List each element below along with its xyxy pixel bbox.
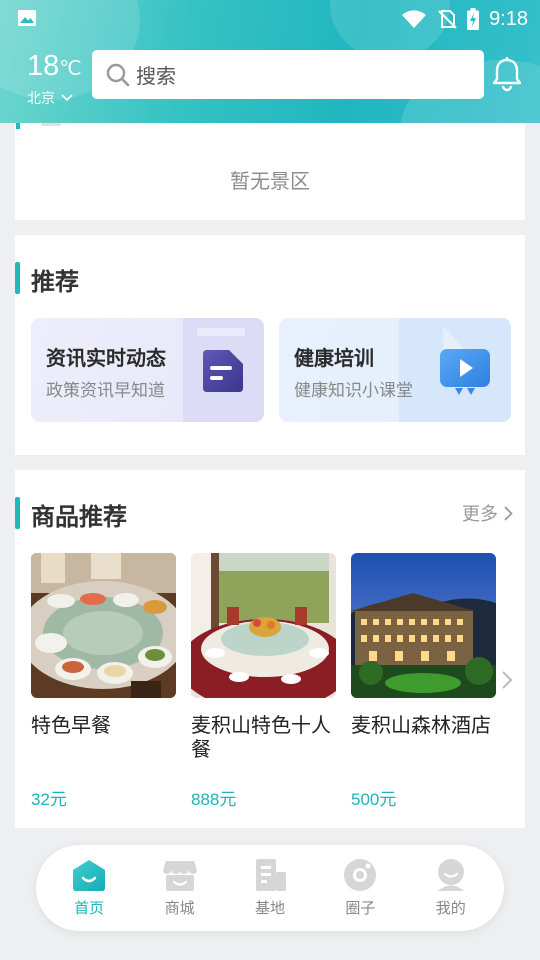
- recommend-item-training[interactable]: 健康培训 健康知识小课堂: [279, 318, 511, 422]
- product-item[interactable]: 麦积山特色十人餐 888元: [191, 553, 336, 809]
- more-label: 更多: [462, 504, 498, 525]
- product-item[interactable]: 特色早餐 32元: [31, 553, 176, 809]
- search-icon: [106, 63, 130, 86]
- product-price: 888元: [191, 790, 237, 809]
- wifi-icon: [402, 10, 427, 28]
- shop-icon: [162, 861, 197, 891]
- tab-label: 首页: [74, 899, 105, 917]
- product-image-ten-person-meal[interactable]: [191, 553, 336, 698]
- chevron-down-icon: [61, 94, 73, 102]
- product-price: 500元: [351, 790, 397, 809]
- temperature-unit: ℃: [59, 58, 82, 80]
- tab-label: 我的: [435, 899, 466, 917]
- section-marker: [16, 123, 20, 129]
- tab-shop[interactable]: 商城: [140, 858, 220, 918]
- status-bar: 9:18: [0, 0, 540, 38]
- battery-charging-icon: [467, 8, 480, 30]
- scenic-card: 暂无景区: [15, 123, 525, 220]
- gallery-notification-icon: [18, 10, 36, 26]
- section-marker: [15, 262, 20, 294]
- app-header: 9:18 18℃ 北京 搜索: [0, 0, 540, 123]
- products-title: 商品推荐: [31, 503, 127, 531]
- product-name: 麦积山森林酒店: [351, 713, 491, 737]
- empty-scenic-text: 暂无景区: [230, 169, 310, 193]
- search-bar[interactable]: 搜索: [92, 50, 484, 99]
- product-name: 麦积山特色十人餐: [191, 713, 331, 761]
- product-price: 32元: [31, 790, 67, 809]
- product-name: 特色早餐: [31, 713, 111, 737]
- more-link[interactable]: 更多: [462, 500, 513, 526]
- temperature: 18℃: [27, 49, 82, 86]
- section-title-fragment: [41, 123, 61, 126]
- city-selector[interactable]: 北京: [27, 88, 82, 108]
- product-image-forest-hotel[interactable]: [351, 553, 496, 698]
- product-image-breakfast[interactable]: [31, 553, 176, 698]
- home-icon: [73, 860, 106, 891]
- circle-camera-icon: [344, 859, 377, 891]
- recommend-card: 推荐 资讯实时动态 政策资讯早知道 健康培训 健康知识小课堂: [15, 235, 525, 455]
- city-label: 北京: [27, 91, 55, 107]
- recommend-item-subtitle: 健康知识小课堂: [294, 381, 413, 401]
- bell-icon[interactable]: [491, 56, 523, 92]
- scroll-right-icon[interactable]: [501, 670, 513, 690]
- tab-profile[interactable]: 我的: [411, 858, 491, 918]
- products-card: 商品推荐 更多 特色早餐 32元 麦积山特色十人餐 888元 麦积山森林酒店 5…: [15, 470, 525, 828]
- section-marker: [15, 497, 20, 529]
- tab-home[interactable]: 首页: [49, 858, 129, 918]
- recommend-item-news[interactable]: 资讯实时动态 政策资讯早知道: [31, 318, 264, 422]
- tab-label: 基地: [254, 899, 285, 917]
- recommend-title: 推荐: [31, 268, 79, 296]
- product-item[interactable]: 麦积山森林酒店 500元: [351, 553, 496, 809]
- recommend-item-title: 资讯实时动态: [46, 346, 166, 370]
- news-document-icon: [203, 350, 243, 392]
- chevron-right-icon: [504, 505, 513, 521]
- search-placeholder: 搜索: [136, 64, 176, 88]
- profile-icon: [437, 859, 464, 891]
- tab-circle[interactable]: 圈子: [320, 858, 400, 918]
- tab-label: 圈子: [345, 899, 376, 917]
- bottom-tab-bar: 首页 商城 基地 圈子 我的: [36, 845, 504, 931]
- tab-base[interactable]: 基地: [230, 858, 310, 918]
- video-play-icon: [440, 349, 490, 395]
- recommend-item-title: 健康培训: [294, 346, 374, 370]
- tab-label: 商城: [164, 899, 195, 917]
- status-time: 9:18: [489, 7, 528, 30]
- base-building-icon: [255, 859, 286, 891]
- recommend-item-subtitle: 政策资讯早知道: [46, 381, 165, 401]
- no-sim-icon: [438, 10, 457, 29]
- weather-widget[interactable]: 18℃ 北京: [27, 49, 82, 108]
- temperature-value: 18: [27, 50, 60, 82]
